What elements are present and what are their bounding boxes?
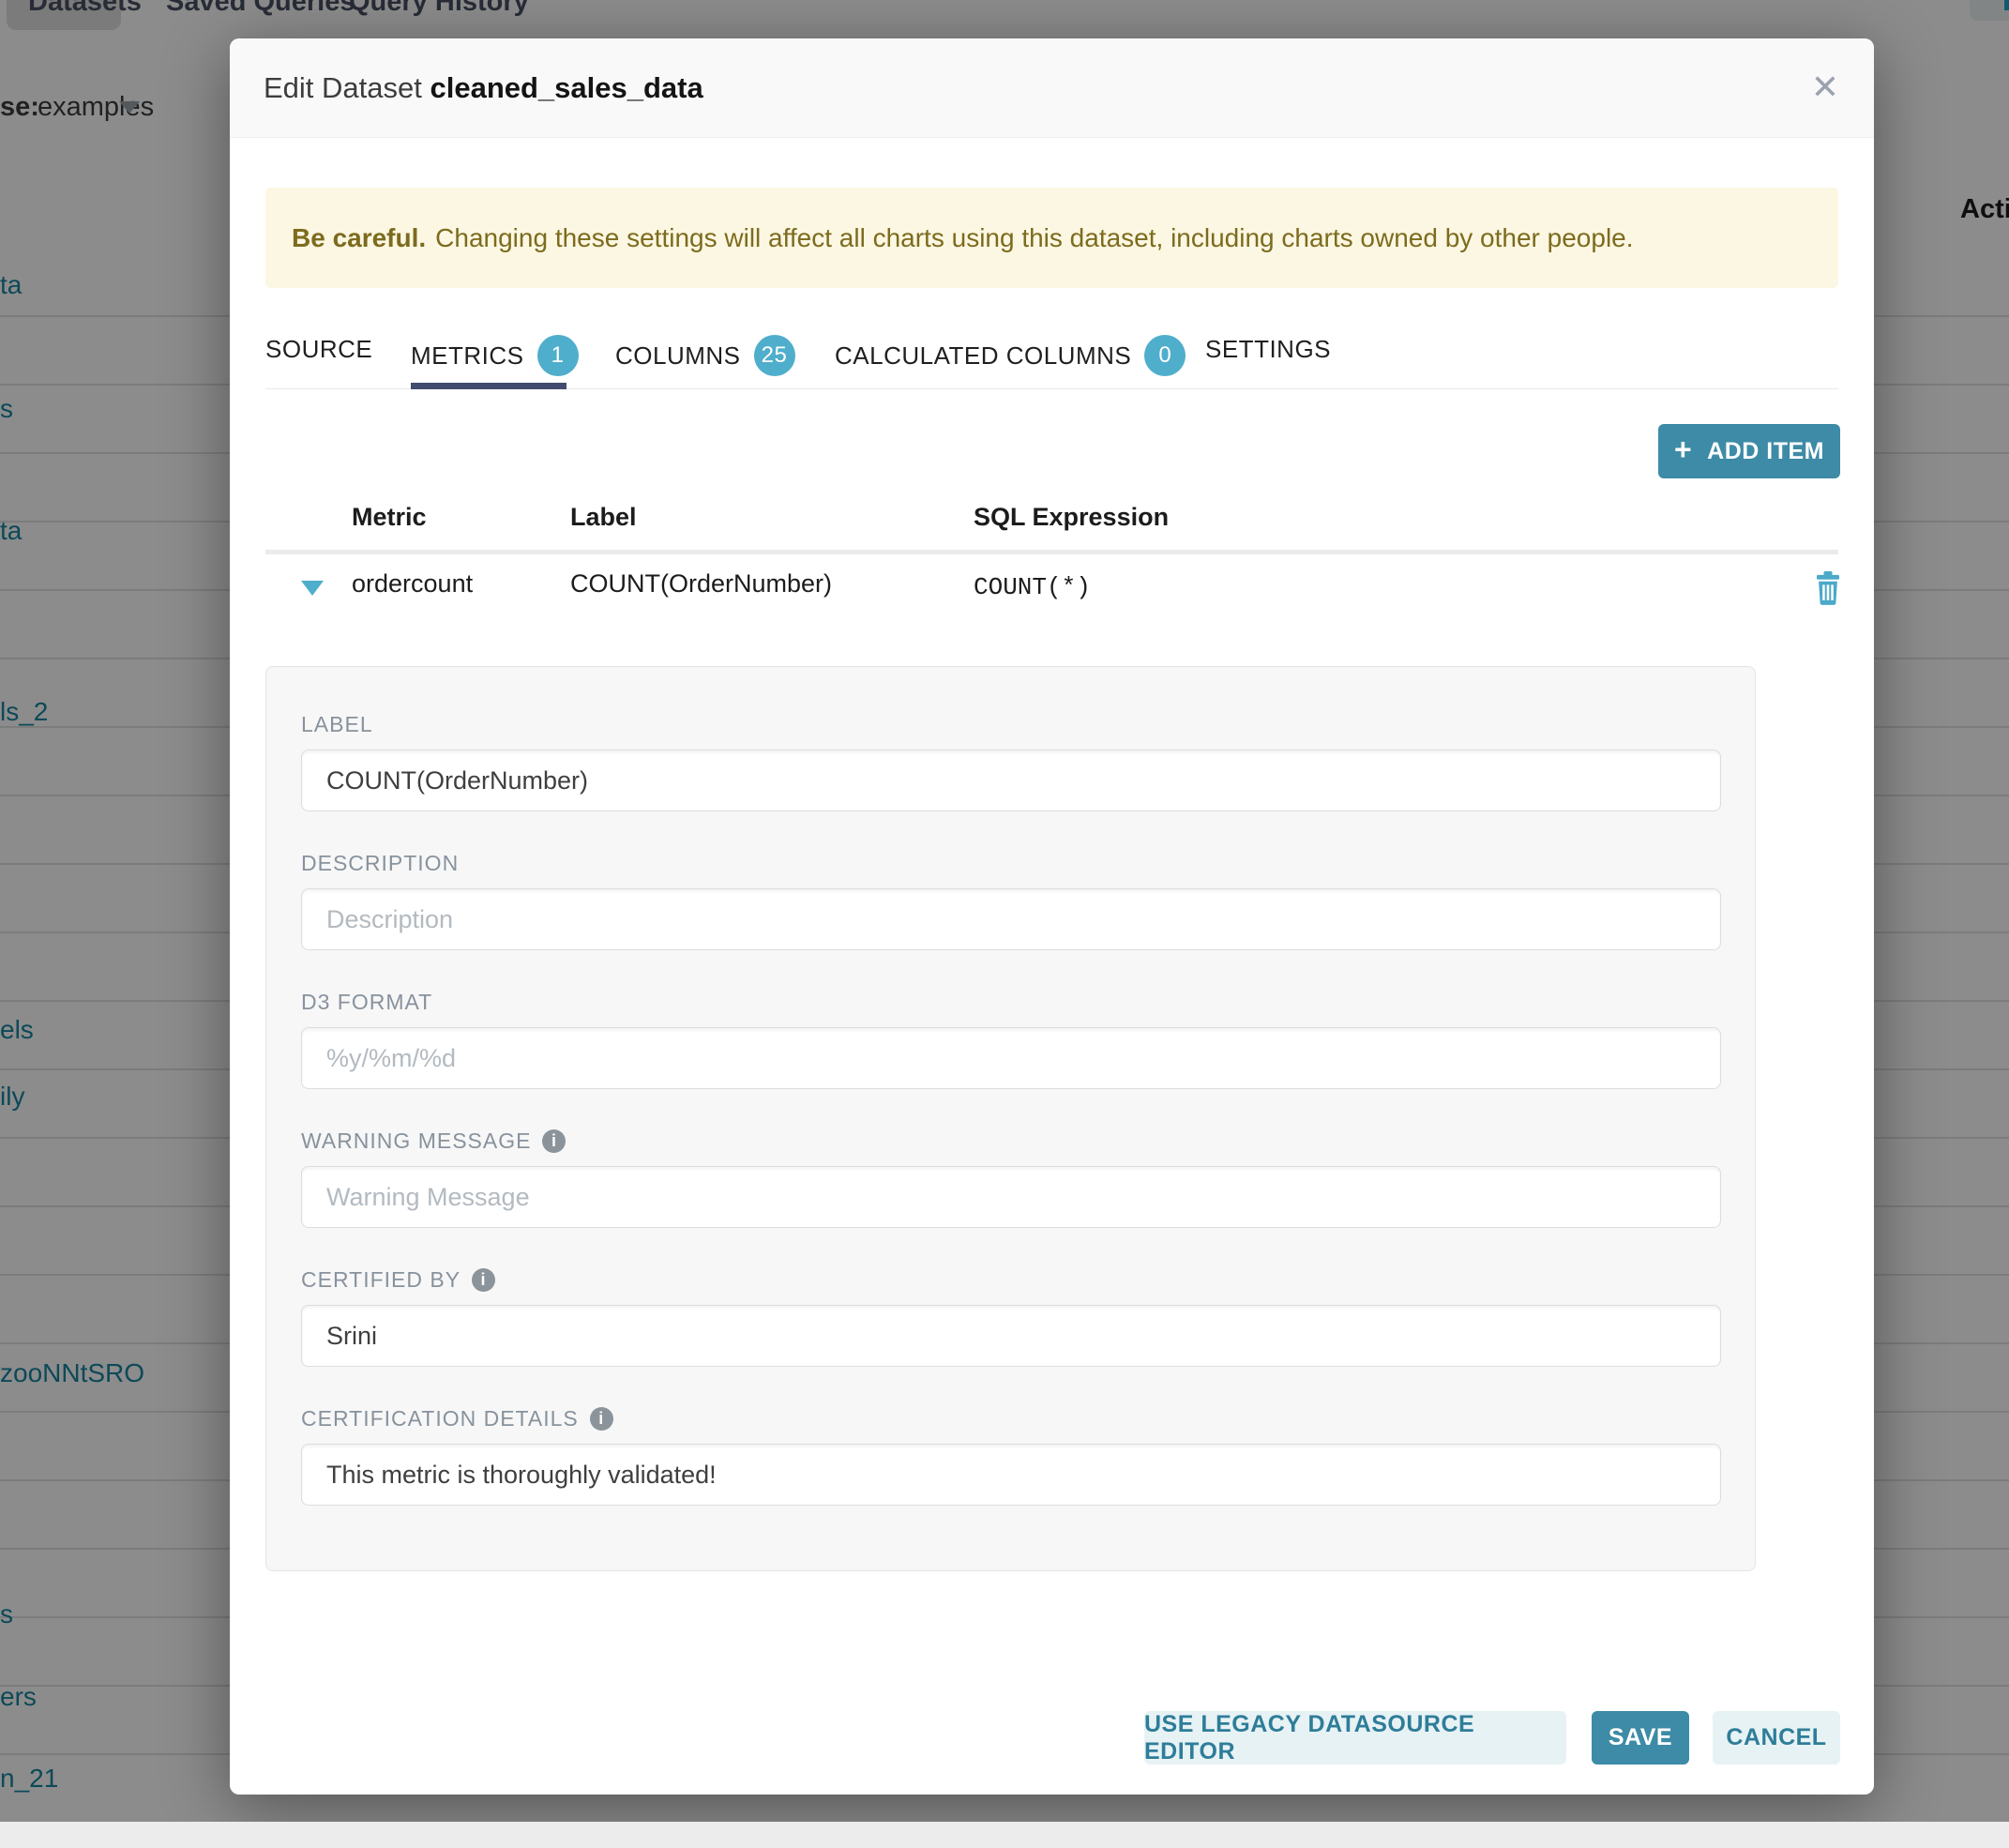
close-icon[interactable]: ✕ [1801,63,1850,112]
info-icon[interactable]: i [590,1407,613,1431]
field-label-text: DESCRIPTION [301,851,459,876]
add-item-button[interactable]: + ADD ITEM [1658,424,1840,478]
label-field-input[interactable] [301,750,1721,811]
modal-header: Edit Dataset cleaned_sales_data ✕ [230,38,1874,138]
field-label-text: CERTIFICATION DETAILS [301,1406,579,1431]
modal-title: Edit Dataset cleaned_sales_data [264,38,703,137]
metric-name-cell: ordercount [352,569,473,598]
warning-banner: Be careful. Changing these settings will… [265,188,1838,288]
tab-label: SETTINGS [1205,335,1331,364]
d3-format-field-label: D3 FORMAT [301,990,432,1015]
tab-columns[interactable]: COLUMNS 25 [615,335,795,376]
certification-details-field-label: CERTIFICATION DETAILS i [301,1406,613,1431]
d3-format-field-input[interactable] [301,1027,1721,1089]
tab-source[interactable]: SOURCE [265,335,372,364]
column-header-sql-expression: SQL Expression [974,503,1169,532]
dataset-name: cleaned_sales_data [430,71,702,104]
tab-label: SOURCE [265,335,372,364]
warning-message-field-input[interactable] [301,1166,1721,1228]
tab-metrics[interactable]: METRICS 1 [411,335,579,376]
metrics-count-badge: 1 [537,335,579,376]
label-field-label: LABEL [301,712,373,737]
field-label-text: WARNING MESSAGE [301,1128,531,1154]
warning-banner-text: Changing these settings will affect all … [435,223,1633,253]
description-field-label: DESCRIPTION [301,851,459,876]
screen: Datasets Saved Queries Query History se:… [0,0,2009,1848]
field-label-text: CERTIFIED BY [301,1267,461,1293]
tab-label: METRICS [411,341,524,371]
row-expand-caret-icon[interactable] [301,581,324,596]
tab-calculated-columns[interactable]: CALCULATED COLUMNS 0 [835,335,1186,376]
active-tab-underline [411,383,566,389]
certification-details-field-input[interactable] [301,1444,1721,1506]
calculated-columns-count-badge: 0 [1144,335,1186,376]
info-icon[interactable]: i [542,1129,566,1153]
certified-by-field-input[interactable] [301,1305,1721,1367]
add-item-label: ADD ITEM [1707,438,1824,465]
table-header-divider [265,550,1838,554]
warning-message-field-label: WARNING MESSAGE i [301,1128,566,1154]
description-field-input[interactable] [301,888,1721,950]
edit-dataset-modal: Edit Dataset cleaned_sales_data ✕ Be car… [230,38,1874,1795]
field-label-text: D3 FORMAT [301,990,432,1015]
info-icon[interactable]: i [472,1268,495,1292]
tab-settings[interactable]: SETTINGS [1205,335,1331,364]
metric-label-cell: COUNT(OrderNumber) [570,569,832,598]
horizontal-scrollbar[interactable] [0,1822,2009,1848]
certified-by-field-label: CERTIFIED BY i [301,1267,495,1293]
column-header-label: Label [570,503,637,532]
metric-sql-cell: COUNT(*) [974,573,1091,601]
tab-label: COLUMNS [615,341,741,371]
field-label-text: LABEL [301,712,373,737]
warning-banner-bold: Be careful. [292,223,426,253]
columns-count-badge: 25 [754,335,795,376]
modal-title-prefix: Edit Dataset [264,71,430,104]
modal-tabs: SOURCE METRICS 1 COLUMNS 25 CALCULATED COL… [265,316,1838,389]
delete-metric-icon[interactable] [1813,571,1843,610]
metric-detail-panel: LABEL DESCRIPTION D3 FORMAT WARNING MESS… [265,666,1756,1571]
plus-icon: + [1674,432,1692,467]
save-button[interactable]: SAVE [1592,1711,1689,1765]
tab-label: CALCULATED COLUMNS [835,341,1131,371]
column-header-metric: Metric [352,503,427,532]
use-legacy-datasource-editor-button[interactable]: USE LEGACY DATASOURCE EDITOR [1144,1711,1566,1765]
cancel-button[interactable]: CANCEL [1713,1711,1840,1765]
